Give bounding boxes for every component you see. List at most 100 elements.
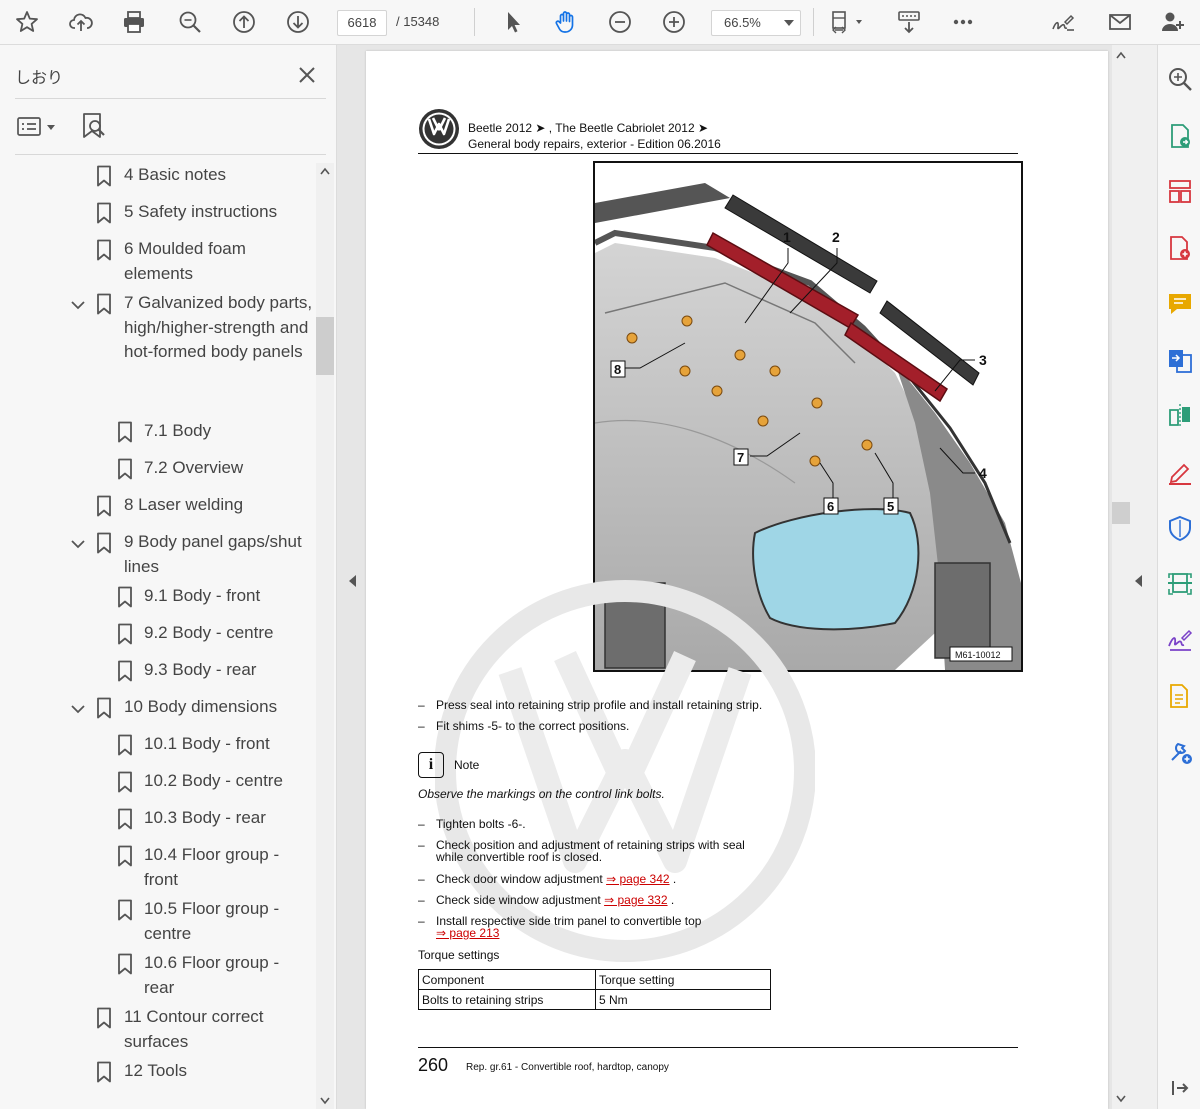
star-icon[interactable]: [11, 6, 43, 38]
protect-icon[interactable]: [1166, 514, 1194, 542]
close-icon[interactable]: [297, 65, 317, 85]
bookmark-label: 7 Galvanized body parts, high/higher-str…: [124, 293, 313, 361]
scroll-down-icon[interactable]: [320, 1097, 330, 1105]
scan-ocr-icon[interactable]: [1166, 570, 1194, 598]
bookmark-icon: [97, 202, 111, 224]
step-period: .: [670, 893, 675, 907]
fit-page-icon[interactable]: [827, 6, 867, 38]
keyboard-scroll-icon[interactable]: [893, 6, 925, 38]
page-total-label: / 15348: [396, 14, 440, 29]
bookmark-label: 8 Laser welding: [124, 495, 244, 514]
pdf-page: Beetle 2012 ➤ , The Beetle Cabriolet 201…: [366, 51, 1108, 1109]
page-link[interactable]: ⇒ page 342: [606, 872, 669, 886]
callout-label: 6: [827, 499, 834, 514]
note-title: Note: [454, 758, 480, 772]
bookmark-search-icon: [83, 113, 105, 138]
expand-panel-icon[interactable]: [1170, 1078, 1190, 1098]
find-bookmark-button[interactable]: [80, 111, 108, 141]
bookmarks-title: しおり: [15, 70, 64, 87]
list-bullet: –: [418, 872, 425, 886]
scroll-up-icon[interactable]: [1116, 51, 1126, 59]
bookmark-label: 10.5 Floor group - centre: [144, 899, 280, 943]
email-icon[interactable]: [1104, 6, 1136, 38]
step-text: Check side window adjustment ⇒ page 332 …: [436, 893, 674, 907]
document-scrollbar[interactable]: [1112, 45, 1130, 1109]
chevron-down-icon: [784, 20, 794, 26]
callout-label: 4: [979, 465, 987, 481]
zoom-out-icon[interactable]: [604, 6, 636, 38]
bookmarks-panel: しおり 4 Basic notes 5 Safety instructions 6 …: [0, 45, 337, 1109]
list-bullet: –: [418, 838, 425, 852]
send-review-icon[interactable]: [1166, 682, 1194, 710]
comment-icon[interactable]: [1166, 290, 1194, 318]
fill-sign-icon[interactable]: [1166, 458, 1194, 486]
bookmark-label: 7.2 Overview: [144, 458, 244, 477]
zoom-in-icon[interactable]: [658, 6, 690, 38]
bookmark-icon: [97, 165, 111, 187]
bookmark-options-button[interactable]: [16, 115, 60, 139]
page-up-icon[interactable]: [228, 6, 260, 38]
bookmark-icon: [97, 495, 111, 517]
bookmark-icon: [118, 458, 132, 480]
step-text: Tighten bolts -6-.: [436, 817, 526, 831]
header-rule: [418, 153, 1018, 154]
callout-label: 2: [832, 229, 840, 245]
bookmarks-scrollbar[interactable]: [316, 163, 334, 1109]
combine-files-icon[interactable]: [1166, 346, 1194, 374]
bookmark-icon: [97, 1061, 111, 1083]
export-pdf-icon[interactable]: [1166, 122, 1194, 150]
document-viewport[interactable]: Beetle 2012 ➤ , The Beetle Cabriolet 201…: [337, 45, 1130, 1109]
step-text: Fit shims -5- to the correct positions.: [436, 719, 630, 733]
bookmark-icon: [118, 734, 132, 756]
hand-tool-icon[interactable]: [550, 6, 582, 38]
zoom-tool-icon[interactable]: [1166, 65, 1194, 93]
organize-pages-icon[interactable]: [1166, 178, 1194, 206]
bookmark-icon: [97, 1007, 111, 1029]
sign-icon[interactable]: [1047, 6, 1079, 38]
bookmark-icon: [118, 623, 132, 645]
request-signature-icon[interactable]: [1166, 626, 1194, 654]
bookmark-label: 9.2 Body - centre: [144, 623, 274, 642]
bookmark-label: 11 Contour correct surfaces: [124, 1007, 264, 1051]
scroll-down-icon[interactable]: [1116, 1095, 1126, 1103]
print-icon[interactable]: [118, 6, 150, 38]
chevron-down-icon[interactable]: [70, 536, 86, 552]
more-tools-icon[interactable]: [1166, 738, 1194, 766]
bookmark-icon: [97, 239, 111, 261]
more-icon[interactable]: [947, 6, 979, 38]
bookmark-icon: [118, 660, 132, 682]
collapse-left-panel-icon[interactable]: [347, 574, 357, 588]
list-bullet: –: [418, 698, 425, 712]
bookmark-icon: [118, 586, 132, 608]
vw-logo-icon: [419, 109, 459, 149]
chevron-down-icon[interactable]: [70, 701, 86, 717]
torque-table: Component Torque setting Bolts to retain…: [418, 969, 771, 1010]
zoom-select[interactable]: 66.5%: [711, 10, 801, 36]
collapse-right-panel-icon[interactable]: [1133, 574, 1143, 588]
bookmark-icon: [118, 953, 132, 975]
list-bullet: –: [418, 893, 425, 907]
scroll-up-icon[interactable]: [320, 167, 330, 175]
chevron-down-icon[interactable]: [70, 297, 86, 313]
compare-files-icon[interactable]: [1166, 402, 1194, 430]
page-link[interactable]: ⇒ page 332: [604, 893, 667, 907]
page-number-input[interactable]: 6618: [337, 10, 387, 36]
cloud-upload-icon[interactable]: [65, 6, 97, 38]
step-label: Check door window adjustment: [436, 872, 603, 886]
bookmark-label: 10.6 Floor group - rear: [144, 953, 280, 997]
footer-text: Rep. gr.61 - Convertible roof, hardtop, …: [466, 1062, 669, 1073]
scrollbar-thumb[interactable]: [1112, 502, 1130, 524]
select-cursor-icon[interactable]: [497, 6, 529, 38]
page-link[interactable]: ⇒ page 213: [436, 926, 499, 940]
bookmark-label: 9.1 Body - front: [144, 586, 261, 605]
step-period: .: [672, 872, 677, 886]
page-down-icon[interactable]: [282, 6, 314, 38]
list-bullet: –: [418, 817, 425, 831]
zoom-search-icon[interactable]: [174, 6, 206, 38]
add-user-icon[interactable]: [1157, 6, 1189, 38]
bookmark-label: 10.2 Body - centre: [144, 771, 283, 790]
scrollbar-thumb[interactable]: [316, 317, 334, 375]
create-pdf-icon[interactable]: [1166, 234, 1194, 262]
step-text: while convertible roof is closed.: [436, 850, 603, 864]
step-label: Check side window adjustment: [436, 893, 601, 907]
